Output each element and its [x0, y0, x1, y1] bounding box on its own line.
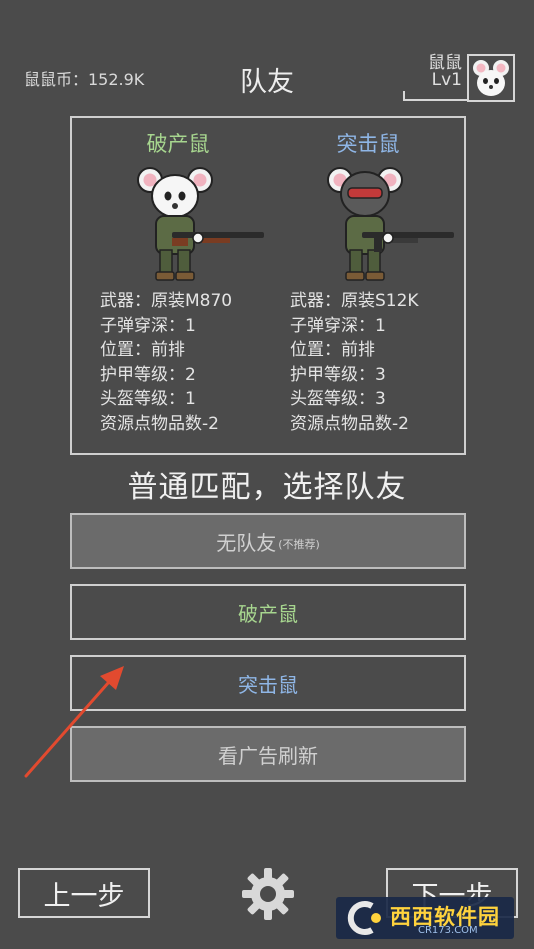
stat-loot: 资源点物品数-2 [290, 413, 409, 434]
stat-loot: 资源点物品数-2 [100, 413, 219, 434]
watch-ad-refresh-label: 看广告刷新 [218, 743, 318, 768]
stat-helmet: 头盔等级：3 [290, 389, 386, 410]
shotgun-icon [362, 232, 454, 252]
stat-armor: 护甲等级：3 [290, 364, 386, 385]
teammate-stats-bankrupt: 武器：原装M870 子弹穿深：1 位置：前排 护甲等级：2 头盔等级：1 资源点… [100, 289, 232, 437]
stat-armor: 护甲等级：2 [100, 364, 196, 385]
player-avatar[interactable] [467, 54, 515, 102]
stat-penetration: 子弹穿深：1 [290, 315, 386, 336]
match-prompt: 普通匹配，选择队友 [127, 470, 407, 505]
teammate-name-bankrupt: 破产鼠 [146, 132, 210, 156]
arrow-icon [24, 666, 124, 778]
stat-position: 位置：前排 [100, 340, 185, 361]
stat-weapon: 武器：原装M870 [100, 291, 233, 311]
mouse-avatar-icon [473, 60, 509, 96]
prev-step-button[interactable]: 上一步 [18, 868, 150, 918]
assault-mouse-figure [327, 167, 454, 281]
gear-icon[interactable] [240, 866, 296, 922]
assault-mouse-label: 突击鼠 [238, 672, 298, 697]
teammate-stats-assault: 武器：原装S12K 子弹穿深：1 位置：前排 护甲等级：3 头盔等级：3 资源点… [290, 289, 419, 437]
stat-helmet: 头盔等级：1 [100, 389, 196, 410]
bankrupt-mouse-figure [137, 167, 264, 281]
no-teammate-button[interactable]: 无队友 (不推荐) [70, 513, 466, 569]
watermark-logo-icon [347, 901, 381, 935]
stat-weapon: 武器：原装S12K [290, 291, 419, 311]
prev-step-label: 上一步 [43, 880, 125, 912]
no-teammate-label: 无队友 [216, 530, 277, 555]
watermark-subtext: CR173.COM [418, 925, 478, 936]
stat-penetration: 子弹穿深：1 [100, 315, 196, 336]
not-recommended-note: (不推荐) [278, 538, 320, 551]
player-level: Lv1 [431, 70, 462, 90]
select-bankrupt-mouse-button[interactable]: 破产鼠 [70, 584, 466, 640]
teammate-name-assault: 突击鼠 [336, 132, 400, 156]
bankrupt-mouse-label: 破产鼠 [238, 601, 298, 626]
level-underline [403, 91, 469, 101]
stat-position: 位置：前排 [290, 340, 375, 361]
shotgun-icon [172, 232, 264, 246]
